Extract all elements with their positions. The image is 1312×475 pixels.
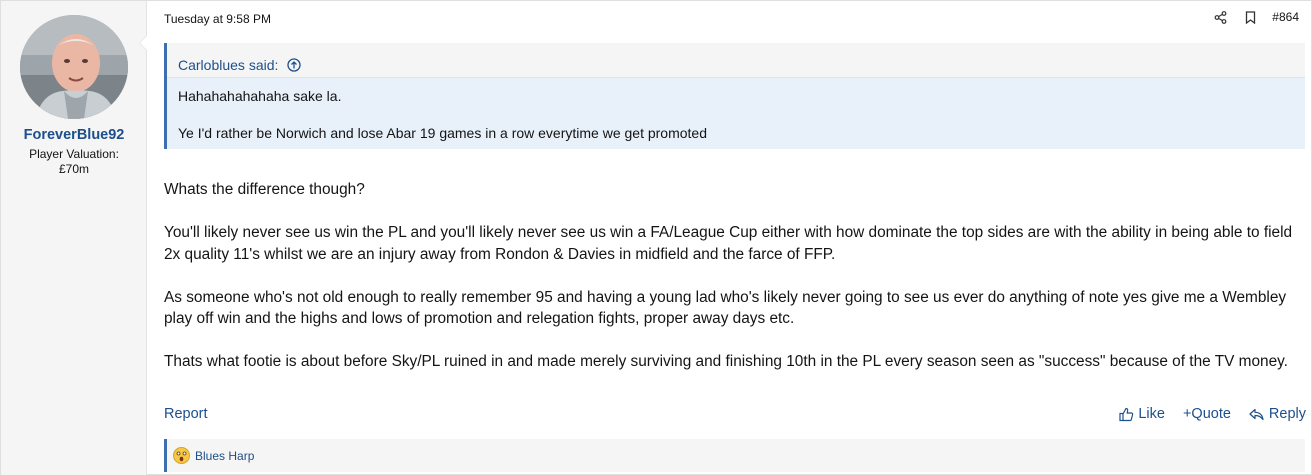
arrow-up-circle-icon[interactable] <box>286 57 302 73</box>
like-button[interactable]: Like <box>1118 406 1165 422</box>
user-arrow <box>139 35 147 51</box>
post-paragraph: You'll likely never see us win the PL an… <box>164 224 1293 263</box>
avatar[interactable] <box>20 15 128 119</box>
post-number[interactable]: #864 <box>1272 10 1299 24</box>
reply-button[interactable]: Reply <box>1249 406 1306 422</box>
quote-button[interactable]: +Quote <box>1183 406 1231 422</box>
post-date[interactable]: Tuesday at 9:58 PM <box>164 12 271 26</box>
post-paragraph: As someone who's not old enough to reall… <box>164 288 1287 328</box>
bookmark-icon[interactable] <box>1242 9 1258 25</box>
post-footer: Report Like +Quote Reply <box>164 403 1306 425</box>
quote-line: Hahahahahahaha sake la. <box>178 88 342 104</box>
share-icon[interactable] <box>1212 9 1228 25</box>
post-paragraph: Whats the difference though? <box>164 181 365 198</box>
user-title-label: Player Valuation: <box>29 147 119 161</box>
user-title: Player Valuation: £70m <box>1 147 147 177</box>
quote-line: Ye I'd rather be Norwich and lose Abar 1… <box>178 125 707 141</box>
reaction-user[interactable]: Blues Harp <box>195 449 254 463</box>
forum-post: ForeverBlue92 Player Valuation: £70m Tue… <box>0 0 1312 475</box>
reply-label: Reply <box>1268 406 1306 422</box>
quote-block: Carloblues said: Hahahahahahaha sake la.… <box>164 43 1305 149</box>
post-actions: #864 <box>1212 9 1299 25</box>
post-main: Tuesday at 9:58 PM #864 Carloblues said:… <box>148 1 1311 475</box>
thumbs-up-icon <box>1118 406 1134 422</box>
like-label: Like <box>1138 406 1165 422</box>
post-footer-actions: Like +Quote Reply <box>1118 406 1306 422</box>
quote-body: Hahahahahahaha sake la. Ye I'd rather be… <box>167 78 1305 143</box>
wow-emoji-icon <box>173 447 190 464</box>
report-link[interactable]: Report <box>164 406 208 422</box>
quote-author[interactable]: Carloblues said: <box>178 57 278 73</box>
user-column: ForeverBlue92 Player Valuation: £70m <box>1 1 147 475</box>
user-title-value: £70m <box>58 162 90 176</box>
quote-header: Carloblues said: <box>167 43 1305 78</box>
post-paragraph: Thats what footie is about before Sky/PL… <box>164 353 1288 370</box>
post-body: Whats the difference though? You'll like… <box>164 179 1304 373</box>
reactions-bar[interactable]: Blues Harp <box>164 439 1305 472</box>
username[interactable]: ForeverBlue92 <box>1 127 147 143</box>
reply-icon <box>1249 406 1265 422</box>
